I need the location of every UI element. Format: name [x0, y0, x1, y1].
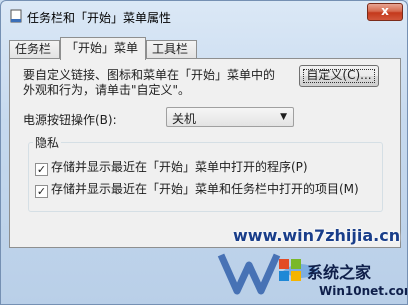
store-items-checkbox[interactable]: ✓: [35, 185, 48, 198]
title-bar[interactable]: 任务栏和「开始」菜单属性 x: [1, 1, 407, 31]
privacy-group: 隐私 ✓ 存储并显示最近在「开始」菜单中打开的程序(P) ✓ 存储并显示最近在「开始…: [28, 134, 383, 212]
window-title: 任务栏和「开始」菜单属性: [27, 11, 172, 25]
start-menu-panel: 要自定义链接、图标和菜单在「开始」菜单中的 外观和行为，请单击"自定义"。 自定…: [9, 58, 401, 248]
store-programs-label: 存储并显示最近在「开始」菜单中打开的程序(P): [51, 160, 308, 174]
properties-window: 任务栏和「开始」菜单属性 x 任务栏 「开始」菜单 工具栏 要自定义链接、图标和…: [0, 0, 408, 305]
store-items-option[interactable]: ✓ 存储并显示最近在「开始」菜单和任务栏中打开的项目(M): [35, 180, 359, 198]
focus-rectangle: [303, 69, 375, 83]
description-line-2: 外观和行为，请单击"自定义"。: [23, 83, 191, 97]
site-logo-name: 系统之家: [307, 263, 372, 282]
power-button-dropdown[interactable]: 关机 ▼: [166, 107, 294, 127]
customize-description: 要自定义链接、图标和菜单在「开始」菜单中的 外观和行为，请单击"自定义"。: [23, 68, 293, 98]
store-programs-option[interactable]: ✓ 存储并显示最近在「开始」菜单中打开的程序(P): [35, 158, 308, 176]
privacy-group-title: 隐私: [33, 134, 62, 151]
description-line-1: 要自定义链接、图标和菜单在「开始」菜单中的: [23, 68, 276, 82]
customize-button[interactable]: 自定义(C)...: [299, 65, 379, 87]
store-items-label: 存储并显示最近在「开始」菜单和任务栏中打开的项目(M): [51, 182, 359, 196]
power-button-value: 关机: [172, 112, 197, 126]
tab-start-menu[interactable]: 「开始」菜单: [60, 37, 146, 60]
chevron-down-icon: ▼: [280, 112, 287, 122]
close-icon: x: [381, 4, 389, 18]
taskbar-icon: [10, 9, 22, 23]
power-button-label: 电源按钮操作(B):: [23, 113, 117, 127]
tab-toolbars[interactable]: 工具栏: [146, 40, 197, 59]
site-logo-url: Win10net.com: [319, 284, 408, 298]
tab-taskbar[interactable]: 任务栏: [9, 40, 60, 59]
close-button[interactable]: x: [367, 3, 403, 21]
store-programs-checkbox[interactable]: ✓: [35, 163, 48, 176]
